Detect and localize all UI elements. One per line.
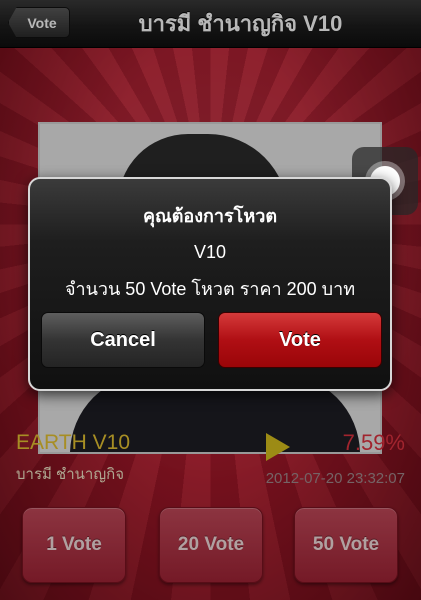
confirm-vote-button[interactable]: Vote [218,312,382,368]
dialog-title: คุณต้องการโหวต [142,206,278,226]
vote-confirm-dialog: คุณต้องการโหวต V10 จำนวน 50 Vote โหวต รา… [28,177,392,391]
dialog-message-detail: จำนวน 50 Vote โหวต ราคา 200 บาท [64,279,356,299]
cancel-button[interactable]: Cancel [41,312,205,368]
dialog-message-code: V10 [193,242,227,262]
